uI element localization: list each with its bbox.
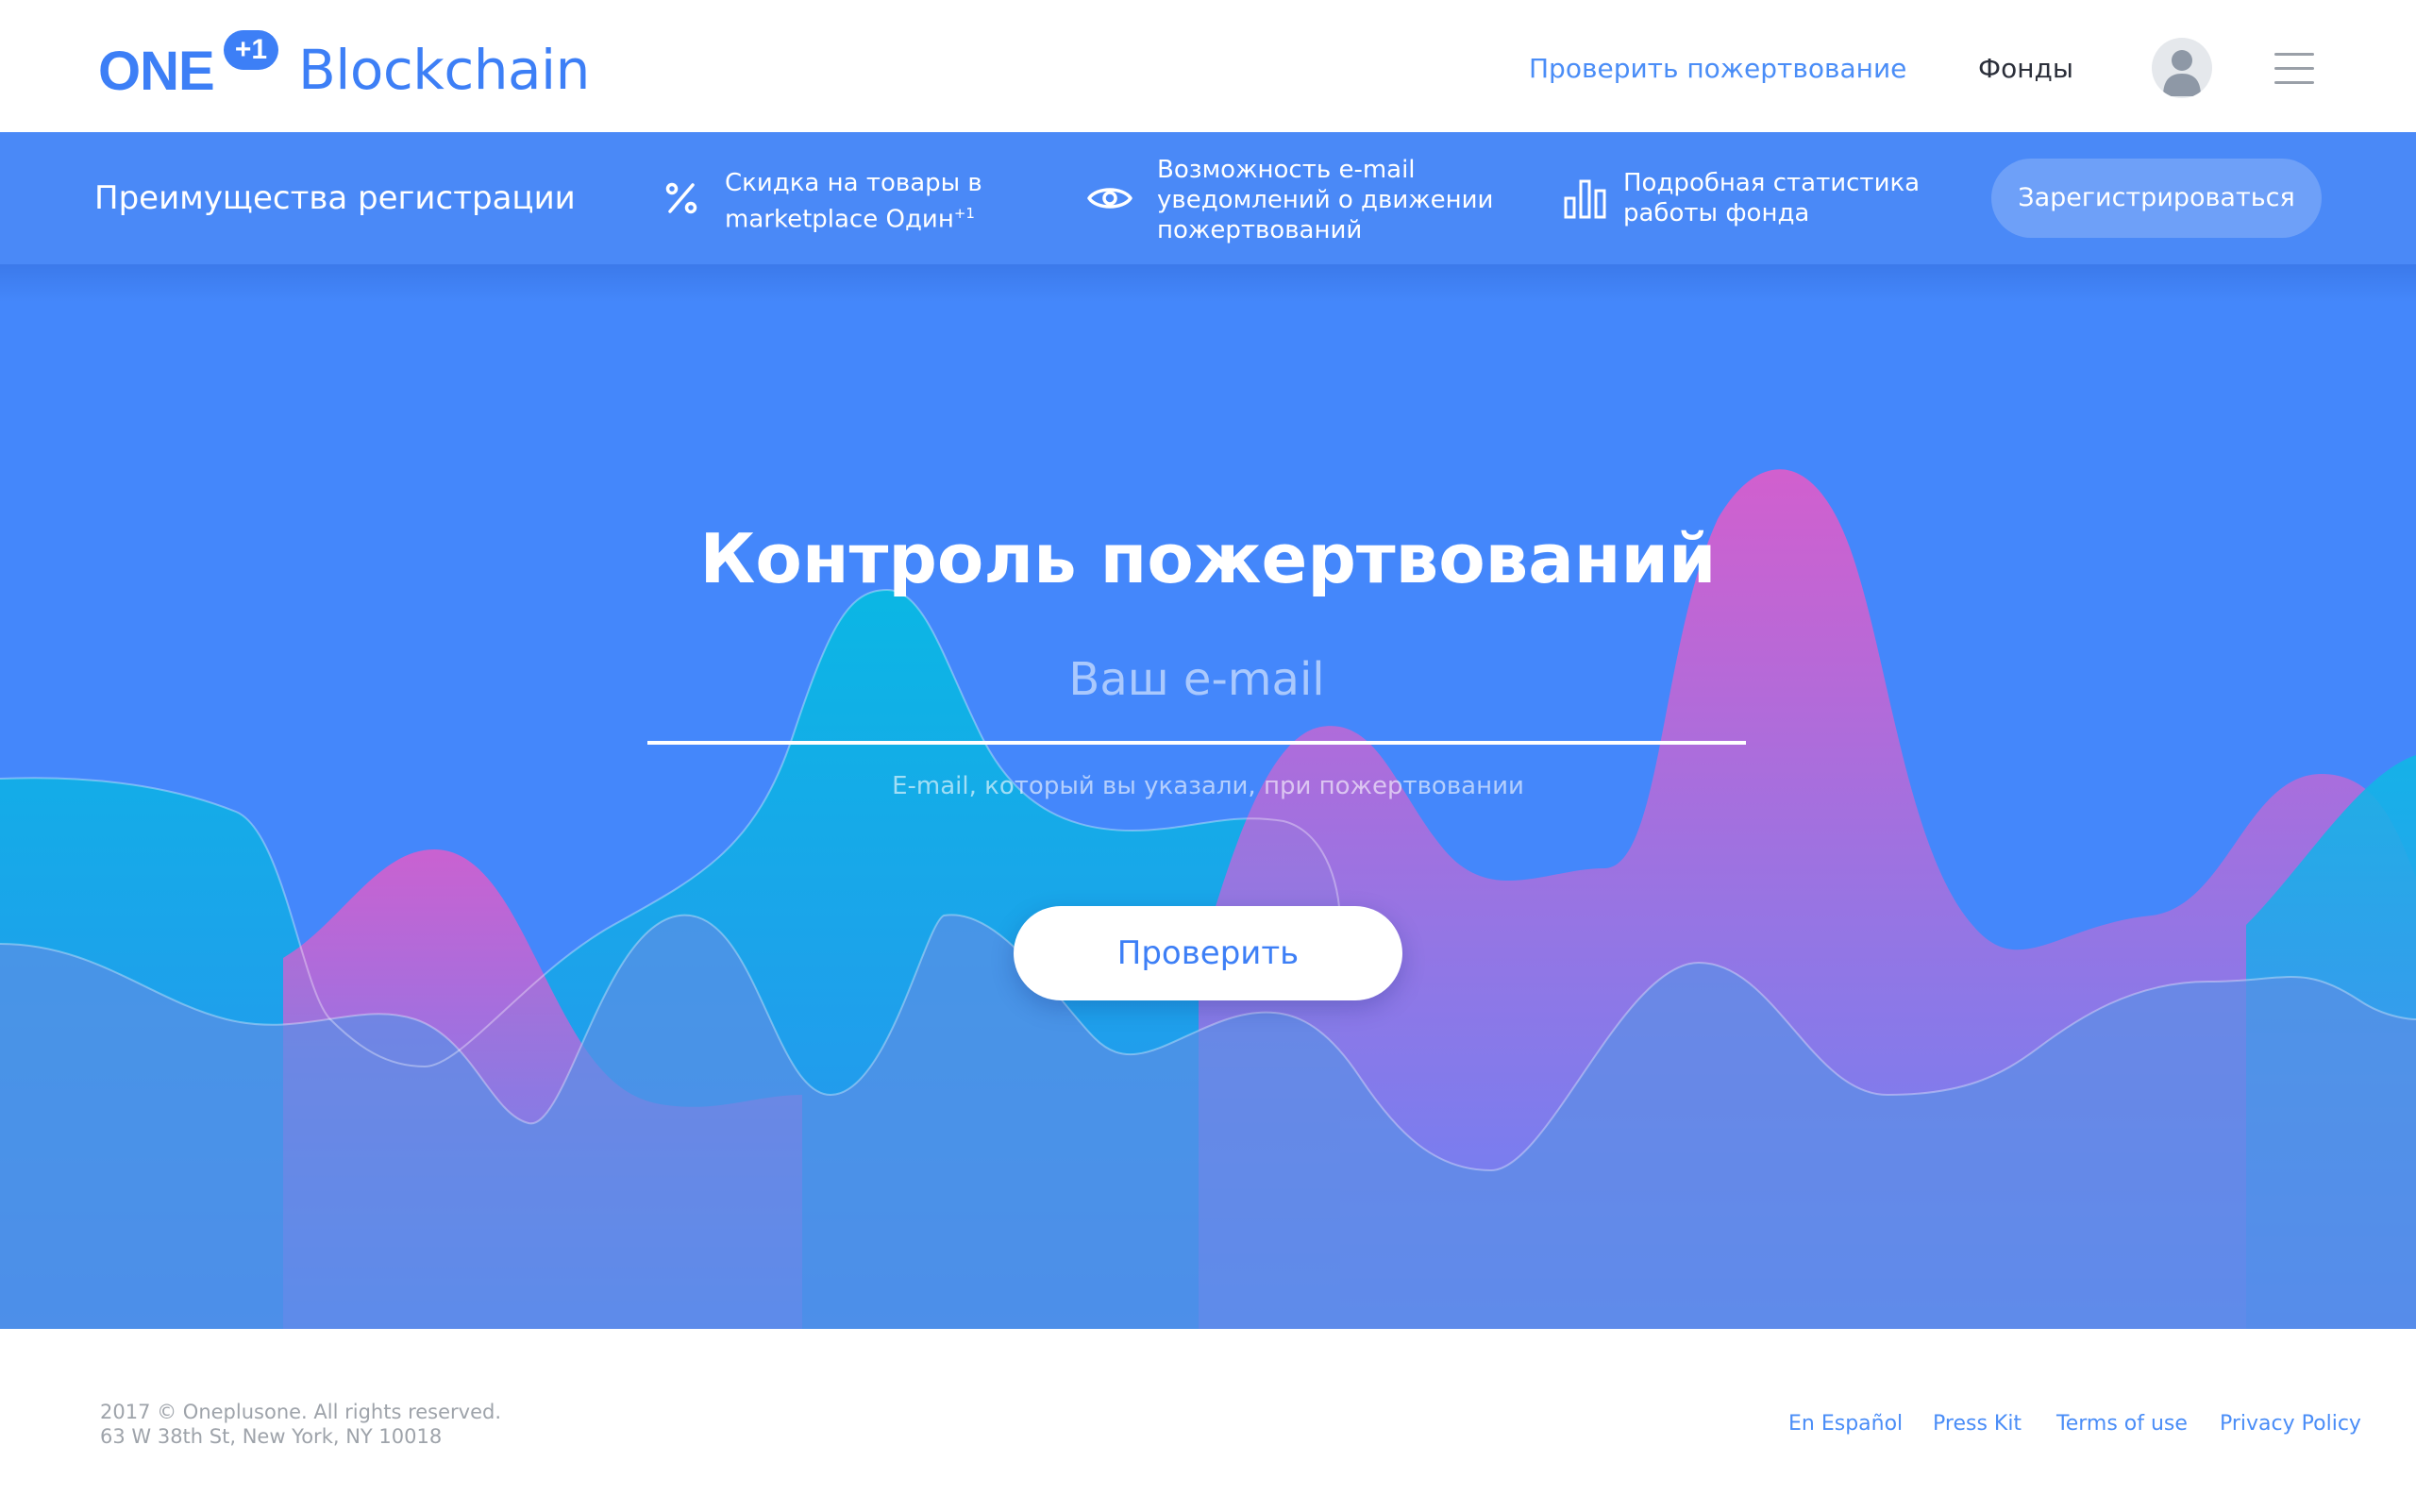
footer: 2017 © Oneplusone. All rights reserved. … bbox=[0, 1329, 2416, 1512]
footer-link-en-espanol[interactable]: En Español bbox=[1788, 1412, 1903, 1436]
register-button[interactable]: Зарегистрироваться bbox=[1991, 159, 2322, 238]
eye-icon bbox=[1087, 188, 1132, 209]
email-input-underline bbox=[647, 741, 1746, 745]
footer-address: 63 W 38th St, New York, NY 10018 bbox=[100, 1425, 443, 1448]
benefit-discount-line1: Скидка на товары в bbox=[725, 169, 982, 197]
benefit-statistics: Подробная статистика работы фонда bbox=[1563, 132, 1940, 264]
logo-plus-one-badge: +1 bbox=[224, 30, 278, 70]
benefit-statistics-line1: Подробная статистика bbox=[1623, 169, 1921, 197]
logo-blockchain-text: Blockchain bbox=[298, 38, 590, 102]
user-avatar-icon[interactable] bbox=[2152, 38, 2212, 98]
hamburger-menu-icon[interactable] bbox=[2274, 53, 2314, 85]
percent-icon bbox=[665, 182, 697, 214]
benefit-discount-text: Скидка на товары в marketplace Один+1 bbox=[725, 168, 982, 235]
check-button[interactable]: Проверить bbox=[1014, 906, 1402, 1000]
benefit-notifications-text: Возможность e-mail уведомлений о движени… bbox=[1157, 155, 1493, 245]
email-input[interactable] bbox=[647, 642, 1746, 717]
avatar-silhouette-icon bbox=[2163, 50, 2201, 96]
registration-benefits-bar: Преимущества регистрации Скидка на товар… bbox=[0, 132, 2416, 264]
nav-check-donation-link[interactable]: Проверить пожертвование bbox=[1529, 53, 1906, 84]
benefit-discount-sup: +1 bbox=[953, 205, 975, 222]
hero-title: Контроль пожертвований bbox=[699, 519, 1717, 598]
benefit-notifications-line3: пожертвований bbox=[1157, 216, 1363, 244]
footer-link-terms-of-use[interactable]: Terms of use bbox=[2056, 1412, 2188, 1436]
benefit-statistics-text: Подробная статистика работы фонда bbox=[1623, 168, 1920, 228]
footer-link-press-kit[interactable]: Press Kit bbox=[1933, 1412, 2022, 1436]
benefit-statistics-line2: работы фонда bbox=[1623, 199, 1810, 227]
benefit-notifications-line2: уведомлений о движении bbox=[1157, 186, 1494, 214]
bar-chart-icon bbox=[1564, 179, 1606, 219]
email-hint: E-mail, который вы указали, при пожертво… bbox=[892, 772, 1524, 800]
hero-top-shadow bbox=[0, 264, 2416, 302]
logo-one-text: ONE bbox=[98, 41, 215, 102]
benefit-discount: Скидка на товары в marketplace Один+1 bbox=[661, 132, 1000, 264]
footer-link-privacy-policy[interactable]: Privacy Policy bbox=[2220, 1412, 2361, 1436]
donation-check-hero: Контроль пожертвований E-mail, который в… bbox=[0, 264, 2416, 1329]
nav-funds-link[interactable]: Фонды bbox=[1978, 53, 2073, 84]
benefit-notifications-line1: Возможность e-mail bbox=[1157, 156, 1416, 184]
benefit-notifications: Возможность e-mail уведомлений о движени… bbox=[1087, 132, 1502, 264]
top-header: ONE +1 Blockchain Проверить пожертвовани… bbox=[0, 0, 2416, 132]
footer-copyright: 2017 © Oneplusone. All rights reserved. bbox=[100, 1401, 502, 1423]
benefits-title: Преимущества регистрации bbox=[94, 179, 576, 217]
benefit-discount-line2: marketplace Один+1 bbox=[725, 205, 975, 234]
